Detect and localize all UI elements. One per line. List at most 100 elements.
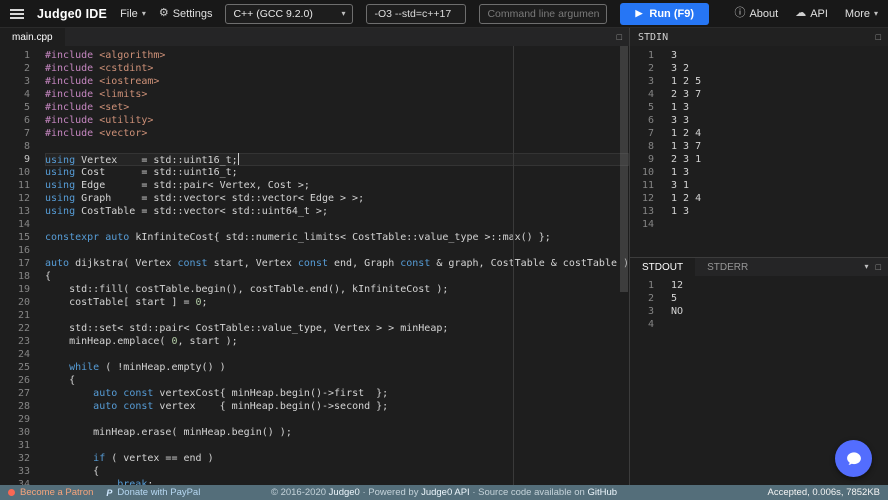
footer-link[interactable]: Judge0 API xyxy=(421,487,470,498)
judge0-ide-app: Judge0 IDE File ▾ ⚙ Settings C++ (GCC 9.… xyxy=(0,0,888,500)
tab-stdout[interactable]: STDOUT xyxy=(630,258,695,276)
code-line[interactable]: constexpr auto kInfiniteCost{ std::numer… xyxy=(45,231,629,244)
code-line[interactable]: using Graph = std::vector< std::vector< … xyxy=(45,192,629,205)
run-button[interactable]: ▶ Run (F9) xyxy=(620,3,709,25)
code-line[interactable]: #include <vector> xyxy=(45,127,629,140)
code-line[interactable]: 1 2 4 xyxy=(671,192,888,205)
code-line[interactable] xyxy=(45,244,629,257)
code-line[interactable]: if ( vertex == end ) xyxy=(45,452,629,465)
code-line[interactable]: minHeap.emplace( 0, start ); xyxy=(45,335,629,348)
footer-link[interactable]: GitHub xyxy=(587,487,617,498)
info-icon: ⓘ xyxy=(734,8,745,19)
code-line[interactable]: 5 xyxy=(671,292,888,305)
code-line[interactable]: #include <algorithm> xyxy=(45,49,629,62)
code-line[interactable] xyxy=(45,140,629,153)
code-line[interactable] xyxy=(671,218,888,231)
command-line-args-input[interactable] xyxy=(479,4,607,24)
line-number: 12 xyxy=(630,192,654,205)
about-button[interactable]: ⓘ About xyxy=(734,8,778,20)
line-number: 1 xyxy=(630,279,654,292)
code-line[interactable] xyxy=(671,318,888,331)
code-line[interactable]: 3 3 xyxy=(671,114,888,127)
code-line[interactable]: auto const vertex { minHeap.begin()->sec… xyxy=(45,400,629,413)
become-patron-link[interactable]: Become a Patron xyxy=(20,487,93,498)
settings-button[interactable]: ⚙ Settings xyxy=(159,8,213,20)
file-menu[interactable]: File ▾ xyxy=(120,8,146,20)
code-content[interactable]: #include <algorithm>#include <cstdint>#i… xyxy=(38,49,629,485)
api-label: API xyxy=(810,8,828,20)
chat-widget-button[interactable] xyxy=(835,440,872,477)
api-button[interactable]: ☁ API xyxy=(795,8,828,20)
code-line[interactable]: 3 2 xyxy=(671,62,888,75)
stdin-content[interactable]: 33 21 2 52 3 71 33 31 2 41 3 72 3 11 33 … xyxy=(662,49,888,257)
code-line[interactable]: 3 1 xyxy=(671,179,888,192)
stdin-editor[interactable]: 1234567891011121314 33 21 2 52 3 71 33 3… xyxy=(630,46,888,257)
code-line[interactable]: auto dijkstra( Vertex const start, Verte… xyxy=(45,257,629,270)
code-line[interactable]: std::set< std::pair< CostTable::value_ty… xyxy=(45,322,629,335)
code-line[interactable]: NO xyxy=(671,305,888,318)
code-line[interactable]: using Edge = std::pair< Vertex, Cost >; xyxy=(45,179,629,192)
donate-paypal-link[interactable]: Donate with PayPal xyxy=(117,487,200,498)
language-select[interactable]: C++ (GCC 9.2.0) ▾ xyxy=(225,4,353,24)
code-line[interactable]: { xyxy=(45,374,629,387)
hamburger-menu-icon[interactable] xyxy=(10,9,24,19)
code-editor[interactable]: 1234567891011121314151617181920212223242… xyxy=(0,46,629,485)
code-line[interactable]: #include <iostream> xyxy=(45,75,629,88)
line-number: 17 xyxy=(0,257,30,270)
play-icon: ▶ xyxy=(635,9,642,18)
maximize-icon[interactable]: □ xyxy=(610,33,629,42)
editor-scrollbar[interactable] xyxy=(619,46,629,485)
code-editor-pane: main.cpp □ 12345678910111213141516171819… xyxy=(0,28,630,485)
code-line[interactable] xyxy=(45,439,629,452)
line-number: 16 xyxy=(0,244,30,257)
code-line[interactable] xyxy=(45,218,629,231)
line-number: 3 xyxy=(630,75,654,88)
code-line[interactable]: std::fill( costTable.begin(), costTable.… xyxy=(45,283,629,296)
code-line[interactable]: 1 3 7 xyxy=(671,140,888,153)
code-line[interactable]: #include <limits> xyxy=(45,88,629,101)
code-line[interactable]: while ( !minHeap.empty() ) xyxy=(45,361,629,374)
code-line[interactable]: 2 3 7 xyxy=(671,88,888,101)
tab-main-cpp[interactable]: main.cpp xyxy=(0,28,65,46)
code-line[interactable]: auto const vertexCost{ minHeap.begin()->… xyxy=(45,387,629,400)
code-line[interactable]: 12 xyxy=(671,279,888,292)
code-line[interactable]: #include <utility> xyxy=(45,114,629,127)
line-number: 26 xyxy=(0,374,30,387)
line-number: 8 xyxy=(0,140,30,153)
code-line[interactable]: { xyxy=(45,270,629,283)
line-number-gutter: 1234567891011121314151617181920212223242… xyxy=(0,49,38,485)
maximize-icon[interactable]: □ xyxy=(869,33,888,42)
line-number: 15 xyxy=(0,231,30,244)
code-line[interactable]: 1 2 5 xyxy=(671,75,888,88)
code-line[interactable] xyxy=(45,413,629,426)
code-line[interactable]: #include <set> xyxy=(45,101,629,114)
footer-link[interactable]: Judge0 xyxy=(329,487,360,498)
code-line[interactable]: #include <cstdint> xyxy=(45,62,629,75)
code-line[interactable]: 1 3 xyxy=(671,101,888,114)
code-line[interactable] xyxy=(45,309,629,322)
code-line[interactable]: using Vertex = std::uint16_t; xyxy=(45,153,629,166)
code-line[interactable]: minHeap.erase( minHeap.begin() ); xyxy=(45,426,629,439)
more-menu[interactable]: More ▾ xyxy=(845,8,878,20)
code-line[interactable]: 2 3 1 xyxy=(671,153,888,166)
line-number: 33 xyxy=(0,465,30,478)
tab-stderr[interactable]: STDERR xyxy=(695,258,760,276)
code-line[interactable]: 1 3 xyxy=(671,205,888,218)
code-line[interactable]: costTable[ start ] = 0; xyxy=(45,296,629,309)
statusbar-left: Become a Patron P Donate with PayPal xyxy=(8,487,200,498)
maximize-icon[interactable]: □ xyxy=(869,263,888,272)
code-line[interactable]: using CostTable = std::vector< std::uint… xyxy=(45,205,629,218)
compiler-options-input[interactable] xyxy=(366,4,466,24)
run-button-label: Run (F9) xyxy=(649,8,694,20)
code-line[interactable]: using Cost = std::uint16_t; xyxy=(45,166,629,179)
code-line[interactable]: break; xyxy=(45,478,629,485)
code-line[interactable] xyxy=(45,348,629,361)
code-line[interactable]: 1 3 xyxy=(671,166,888,179)
scrollbar-slider[interactable] xyxy=(620,46,628,292)
code-line[interactable]: 1 2 4 xyxy=(671,127,888,140)
line-number: 29 xyxy=(0,413,30,426)
code-line[interactable]: { xyxy=(45,465,629,478)
line-number: 13 xyxy=(630,205,654,218)
line-number: 25 xyxy=(0,361,30,374)
code-line[interactable]: 3 xyxy=(671,49,888,62)
